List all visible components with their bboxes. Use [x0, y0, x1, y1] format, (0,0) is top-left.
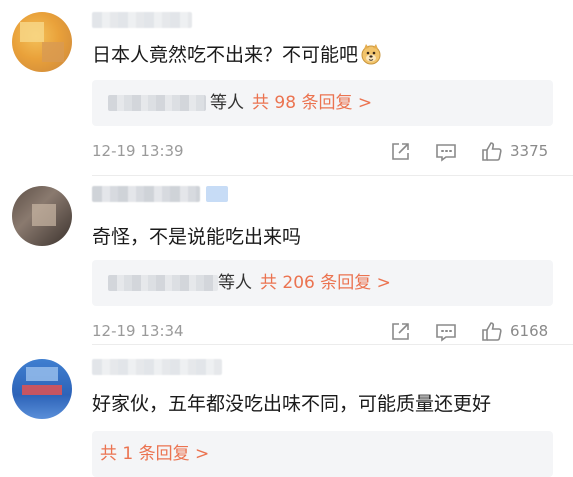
comment-meta: 12-19 13:39 3375: [92, 140, 553, 164]
reply-summary[interactable]: 共 1 条回复 >: [100, 443, 209, 465]
comment-time: 12-19 13:39: [92, 142, 184, 160]
reply-usernames-blurred: [108, 275, 218, 291]
comment-item: 奇怪，不是说能吃出来吗 等人共 206 条回复 > 12-19 13:34 61…: [0, 176, 573, 344]
reply-usernames-blurred: [108, 95, 206, 111]
comment-text: 奇怪，不是说能吃出来吗: [92, 224, 301, 250]
reply-suffix: 等人: [218, 273, 252, 293]
comment-item: 好家伙，五年都没吃出味不同，可能质量还更好 共 1 条回复 >: [0, 345, 573, 477]
reply-preview[interactable]: 共 1 条回复 >: [92, 431, 553, 477]
reply-count-link[interactable]: 共 206 条回复 >: [260, 273, 391, 293]
comment-icon[interactable]: [434, 140, 458, 164]
share-icon[interactable]: [388, 320, 412, 344]
like-icon[interactable]: [480, 320, 504, 344]
user-badge-blurred: [206, 186, 228, 202]
avatar[interactable]: [12, 186, 72, 246]
comment-time: 12-19 13:34: [92, 322, 184, 340]
reply-count-link[interactable]: 共 98 条回复 >: [252, 93, 372, 113]
comment-text-content: 日本人竟然吃不出来？不可能吧: [92, 44, 359, 66]
reply-summary[interactable]: 等人共 98 条回复 >: [210, 92, 372, 114]
reply-suffix: 等人: [210, 93, 244, 113]
like-count: 6168: [510, 322, 549, 340]
reply-preview[interactable]: 等人共 98 条回复 >: [92, 80, 553, 126]
reply-count-link[interactable]: 共 1 条回复 >: [100, 444, 209, 464]
reply-summary[interactable]: 等人共 206 条回复 >: [218, 272, 391, 294]
username-blurred[interactable]: [92, 12, 192, 28]
share-icon[interactable]: [388, 140, 412, 164]
reply-preview[interactable]: 等人共 206 条回复 >: [92, 260, 553, 306]
like-count: 3375: [510, 142, 549, 160]
avatar[interactable]: [12, 12, 72, 72]
comment-icon[interactable]: [434, 320, 458, 344]
comment-item: 日本人竟然吃不出来？不可能吧 等人共 98 条回复 > 12-19 13:39 …: [0, 0, 573, 175]
username-blurred[interactable]: [92, 186, 200, 202]
like-icon[interactable]: [480, 140, 504, 164]
avatar[interactable]: [12, 359, 72, 419]
comment-text: 好家伙，五年都没吃出味不同，可能质量还更好: [92, 391, 491, 417]
doge-emoji-icon: [360, 43, 382, 65]
comment-text: 日本人竟然吃不出来？不可能吧: [92, 42, 382, 68]
username-blurred[interactable]: [92, 359, 222, 375]
comment-text-content: 奇怪，不是说能吃出来吗: [92, 226, 302, 248]
comment-meta: 12-19 13:34 6168: [92, 320, 553, 344]
comment-text-content: 好家伙，五年都没吃出味不同，可能质量还更好: [92, 393, 492, 415]
